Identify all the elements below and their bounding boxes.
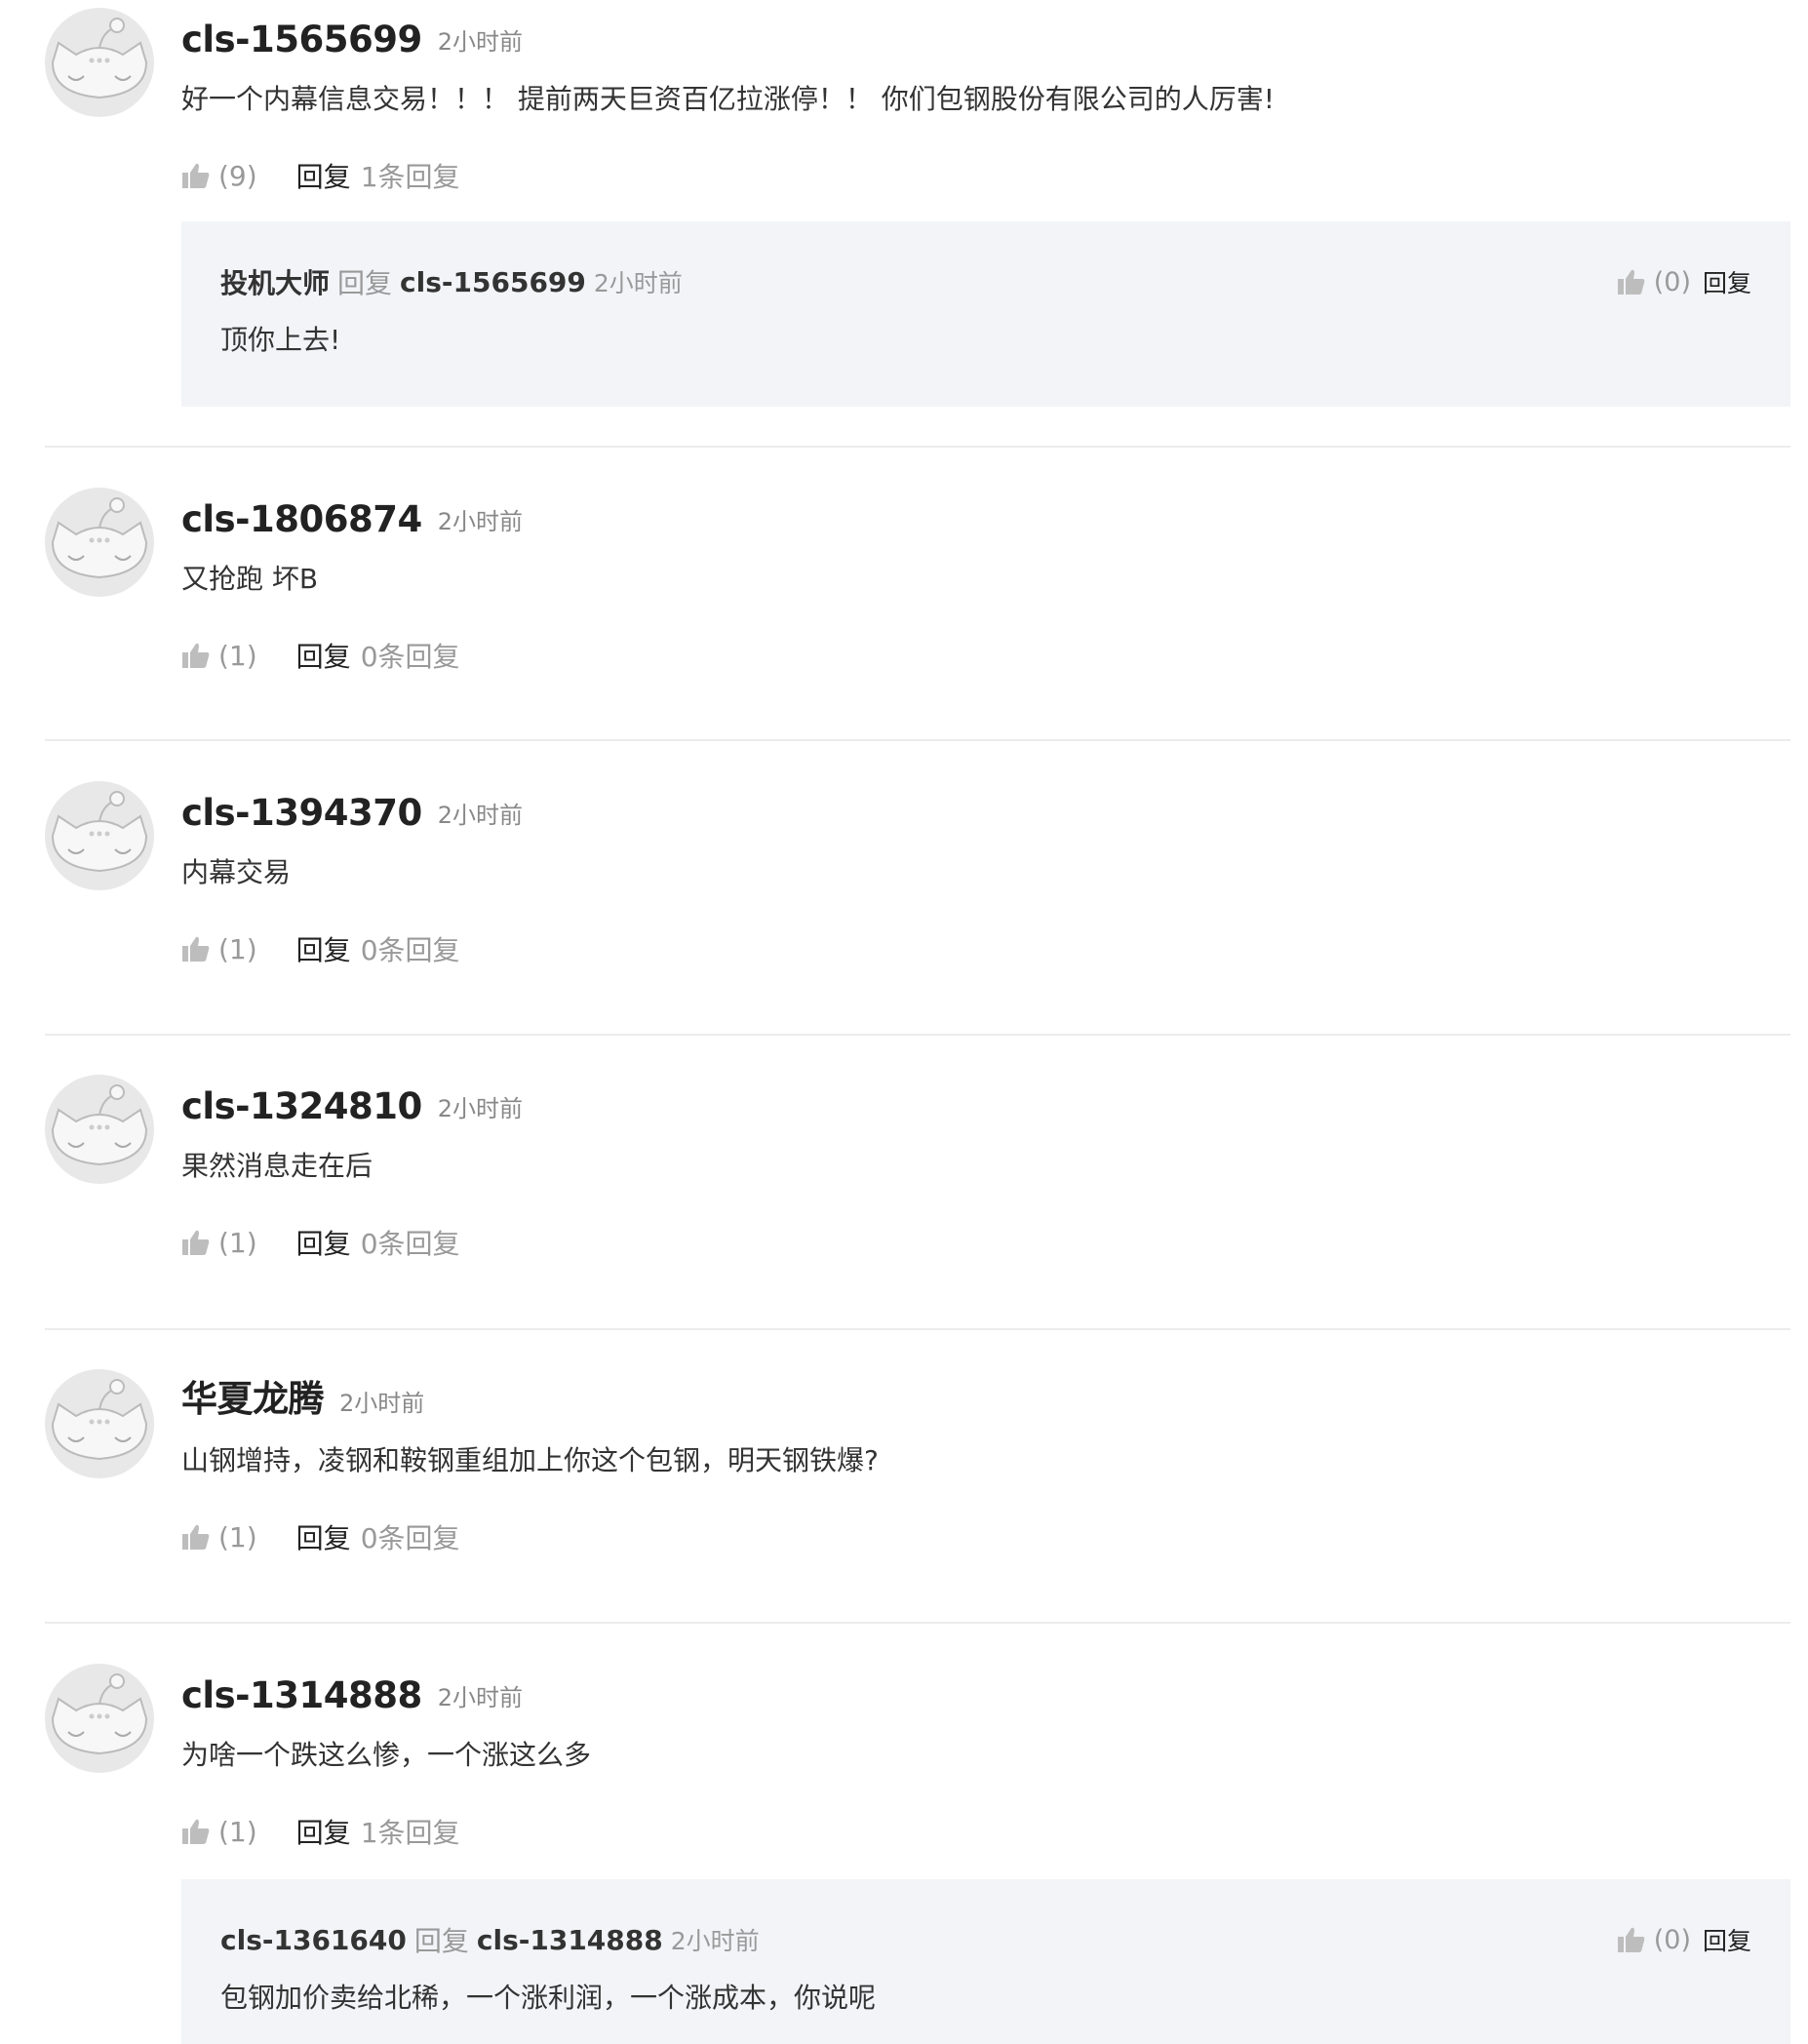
reply-button[interactable]: 回复 — [296, 156, 351, 195]
comment-username[interactable]: cls-1806874 — [181, 498, 422, 540]
like-count: (1) — [218, 639, 257, 672]
like-count: (0) — [1653, 266, 1691, 297]
avatar[interactable] — [45, 488, 154, 597]
avatar[interactable] — [45, 781, 154, 890]
comment-list: cls-1565699 2小时前 好一个内幕信息交易！！！ 提前两天巨资百亿拉涨… — [0, 0, 1808, 2044]
reply-button[interactable]: 回复 — [296, 636, 351, 675]
like-count: (1) — [218, 932, 257, 965]
comment-time: 2小时前 — [437, 508, 523, 535]
reply-time: 2小时前 — [593, 269, 683, 297]
reply-count[interactable]: 1条回复 — [361, 1812, 460, 1851]
reply-count[interactable]: 1条回复 — [361, 156, 460, 195]
thumbs-up-icon[interactable] — [1617, 267, 1646, 296]
comment-text: 果然消息走在后 — [181, 1150, 373, 1182]
comment-username[interactable]: cls-1324810 — [181, 1085, 422, 1127]
reply-count[interactable]: 0条回复 — [361, 1517, 460, 1556]
like-count: (9) — [218, 159, 257, 192]
reply-username[interactable]: 投机大师 — [220, 262, 330, 301]
thumbs-up-icon[interactable] — [181, 1522, 211, 1552]
thumbs-up-icon[interactable] — [181, 1817, 211, 1846]
thumbs-up-icon[interactable] — [181, 1228, 211, 1257]
comment-username[interactable]: 华夏龙腾 — [181, 1369, 325, 1422]
reply-text: 顶你上去! — [220, 324, 341, 356]
reply-count[interactable]: 0条回复 — [361, 929, 460, 968]
comment-text: 又抢跑 坏B — [181, 563, 319, 595]
thumbs-up-icon[interactable] — [1617, 1925, 1646, 1954]
divider — [45, 1034, 1790, 1036]
comment-text: 内幕交易 — [181, 856, 292, 888]
thumbs-up-icon[interactable] — [181, 934, 211, 963]
reply-text: 包钢加价卖给北稀，一个涨利润，一个涨成本，你说呢 — [220, 1982, 877, 2014]
reply-label: 回复 — [337, 267, 393, 299]
comment-time: 2小时前 — [437, 1684, 523, 1711]
reply-box: 投机大师 回复 cls-1565699 2小时前 (0) 回复 顶你上去! — [181, 221, 1790, 407]
comment-text: 山钢增持，凌钢和鞍钢重组加上你这个包钢，明天钢铁爆? — [181, 1444, 879, 1476]
comment-time: 2小时前 — [437, 1095, 523, 1122]
divider — [45, 1328, 1790, 1330]
like-count: (1) — [218, 1815, 257, 1848]
like-count: (1) — [218, 1226, 257, 1259]
comment-time: 2小时前 — [339, 1390, 425, 1417]
divider — [45, 446, 1790, 448]
thumbs-up-icon[interactable] — [181, 641, 211, 670]
reply-label: 回复 — [413, 1925, 469, 1957]
divider — [45, 739, 1790, 741]
comment-time: 2小时前 — [437, 802, 523, 829]
like-count: (1) — [218, 1520, 257, 1553]
divider — [45, 1622, 1790, 1624]
reply-button[interactable]: 回复 — [296, 1223, 351, 1262]
thumbs-up-icon[interactable] — [181, 161, 211, 190]
reply-to-username[interactable]: cls-1314888 — [477, 1924, 663, 1956]
avatar[interactable] — [45, 8, 154, 117]
comment-username[interactable]: cls-1314888 — [181, 1674, 422, 1716]
reply-to-username[interactable]: cls-1565699 — [400, 266, 586, 298]
reply-button[interactable]: 回复 — [296, 1517, 351, 1556]
like-count: (0) — [1653, 1924, 1691, 1955]
comment-text: 好一个内幕信息交易！！！ 提前两天巨资百亿拉涨停！！ 你们包钢股份有限公司的人厉… — [181, 83, 1276, 115]
reply-username[interactable]: cls-1361640 — [220, 1924, 407, 1956]
comment-username[interactable]: cls-1565699 — [181, 19, 422, 60]
reply-button[interactable]: 回复 — [1703, 264, 1751, 299]
avatar[interactable] — [45, 1664, 154, 1773]
comment-username[interactable]: cls-1394370 — [181, 792, 422, 834]
reply-box: cls-1361640 回复 cls-1314888 2小时前 (0) 回复 包… — [181, 1879, 1790, 2044]
reply-button[interactable]: 回复 — [296, 929, 351, 968]
reply-count[interactable]: 0条回复 — [361, 636, 460, 675]
avatar[interactable] — [45, 1075, 154, 1184]
comment-text: 为啥一个跌这么惨，一个涨这么多 — [181, 1739, 592, 1771]
comment-time: 2小时前 — [437, 28, 523, 56]
avatar[interactable] — [45, 1369, 154, 1478]
reply-time: 2小时前 — [670, 1927, 760, 1955]
reply-button[interactable]: 回复 — [296, 1812, 351, 1851]
reply-button[interactable]: 回复 — [1703, 1922, 1751, 1957]
reply-count[interactable]: 0条回复 — [361, 1223, 460, 1262]
